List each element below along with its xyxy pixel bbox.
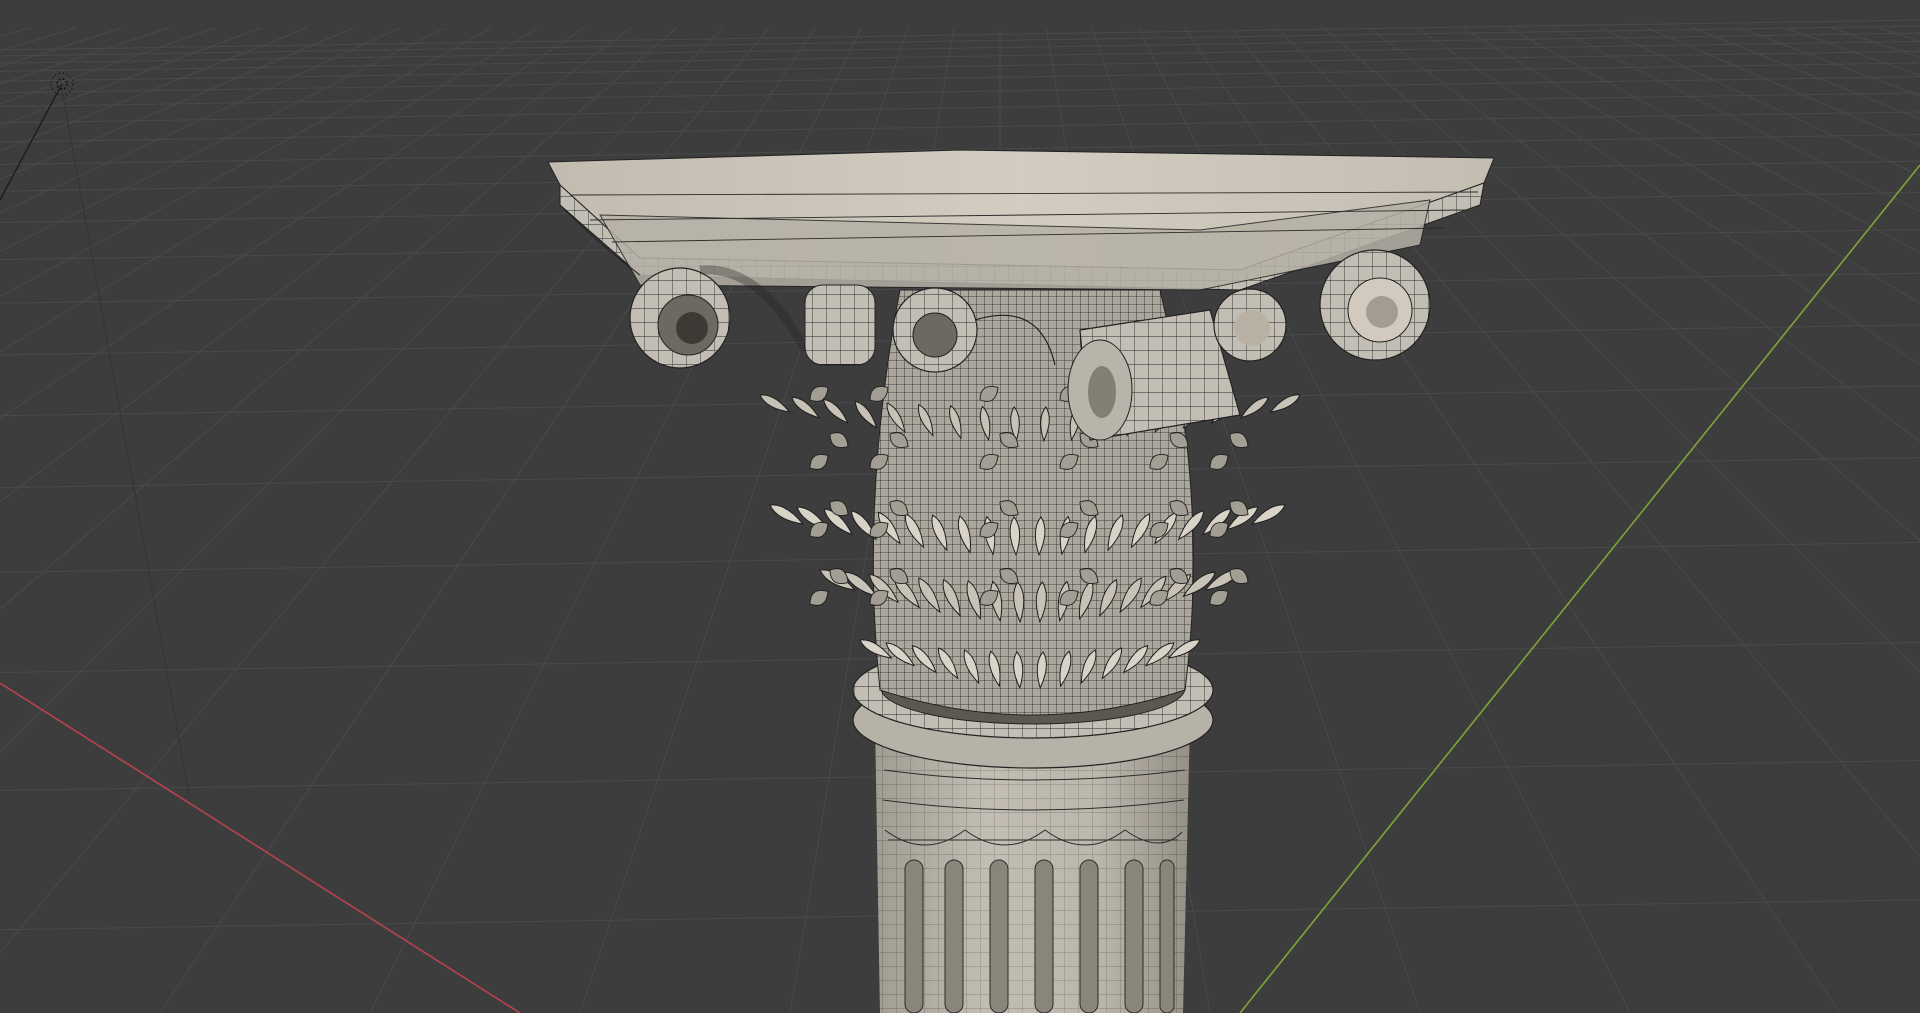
grid-line bbox=[0, 27, 30, 37]
grid-line bbox=[0, 25, 1920, 57]
grid-line bbox=[1507, 27, 1920, 254]
viewport-canvas[interactable] bbox=[0, 0, 1920, 1013]
grid-line bbox=[0, 27, 446, 252]
acanthus-leaf bbox=[1209, 454, 1229, 470]
grid-line bbox=[0, 27, 308, 152]
acanthus-leaf bbox=[809, 590, 829, 606]
acanthus-leaf bbox=[1269, 394, 1301, 413]
grid-line bbox=[0, 92, 1920, 124]
3d-viewport[interactable] bbox=[0, 0, 1920, 1013]
grid-line bbox=[0, 27, 631, 503]
grid-line bbox=[0, 32, 1920, 64]
acanthus-leaf bbox=[769, 504, 805, 525]
acanthus-leaf bbox=[854, 400, 878, 429]
grid-line bbox=[1739, 27, 1920, 97]
grid-line bbox=[1831, 27, 1920, 58]
acanthus-leaf bbox=[1250, 504, 1286, 525]
grid-line bbox=[0, 27, 354, 181]
grid-line bbox=[0, 76, 1920, 108]
grid-line bbox=[0, 27, 493, 298]
acanthus-leaf bbox=[829, 432, 849, 448]
grid-line bbox=[1415, 27, 1920, 366]
acanthus-leaf bbox=[809, 454, 829, 470]
grid-line bbox=[0, 111, 1920, 143]
acanthus-leaf bbox=[822, 398, 849, 424]
light-sun-icon[interactable] bbox=[0, 72, 191, 801]
volute-small bbox=[804, 284, 876, 366]
acanthus-leaf bbox=[1239, 396, 1269, 419]
grid-line bbox=[1692, 27, 1920, 120]
x-axis-line bbox=[0, 682, 521, 1013]
grid-line bbox=[1785, 27, 1920, 77]
grid-line bbox=[1600, 27, 1920, 177]
grid-line bbox=[1554, 27, 1920, 212]
grid-line bbox=[0, 27, 77, 52]
grid-line bbox=[1461, 27, 1920, 304]
grid-line bbox=[0, 27, 215, 105]
grid-line bbox=[1646, 27, 1920, 146]
grid-line bbox=[0, 27, 400, 214]
grid-line bbox=[1877, 27, 1920, 42]
grid-line bbox=[0, 27, 169, 85]
